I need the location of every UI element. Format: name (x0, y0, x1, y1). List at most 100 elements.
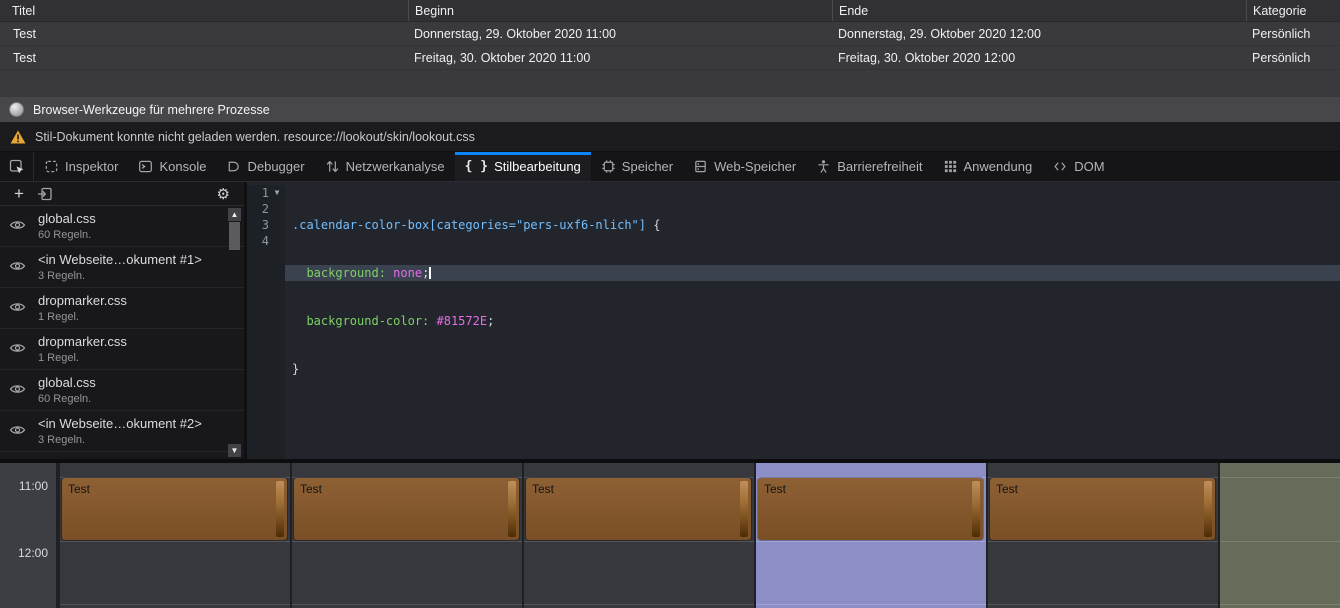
tab-label: Inspektor (65, 159, 118, 174)
tab-label: Netzwerkanalyse (346, 159, 445, 174)
code-line-4: } (285, 361, 1340, 377)
calendar-event[interactable]: Test (990, 478, 1215, 540)
event-title: Test (526, 478, 751, 496)
tab-dom[interactable]: DOM (1042, 152, 1114, 181)
tab-label: Konsole (159, 159, 206, 174)
day-column[interactable]: Test (522, 463, 754, 608)
calendar-event[interactable]: Test (526, 478, 751, 540)
tab-label: Speicher (622, 159, 673, 174)
new-stylesheet-button[interactable]: + (6, 185, 32, 202)
tab-label: Stilbearbeitung (494, 159, 581, 174)
tab-konsole[interactable]: Konsole (128, 152, 216, 181)
calendar-event[interactable]: Test (758, 478, 983, 540)
css-source-editor[interactable]: 1▼ 2 3 4 .calendar-color-box[categories=… (247, 182, 1340, 459)
tab-label: DOM (1074, 159, 1104, 174)
tab-barrierefreiheit[interactable]: Barrierefreiheit (806, 152, 932, 181)
day-column[interactable]: Test (290, 463, 522, 608)
tab-anwendung[interactable]: Anwendung (933, 152, 1043, 181)
toolbox-title-bar: Browser-Werkzeuge für mehrere Prozesse (0, 97, 1340, 122)
eye-visibility-icon[interactable] (9, 300, 26, 319)
time-label-12: 12:00 (18, 546, 48, 560)
pick-element-button[interactable] (0, 152, 34, 181)
console-icon (138, 159, 153, 174)
tab-web-speicher[interactable]: Web-Speicher (683, 152, 806, 181)
code-fold-arrow-icon[interactable]: ▼ (269, 185, 285, 201)
eye-visibility-icon[interactable] (9, 382, 26, 401)
cell-ende: Donnerstag, 29. Oktober 2020 12:00 (832, 27, 1246, 41)
browser-toolbox-window: Titel Beginn Ende Kategorie Test Donners… (0, 0, 1340, 608)
toolbox-title: Browser-Werkzeuge für mehrere Prozesse (33, 103, 270, 117)
calendar-week-view: 11:00 12:00 Test Test Test (0, 462, 1340, 608)
stylesheet-item[interactable]: <in Webseite…okument #1> 3 Regeln. (0, 247, 244, 288)
tab-speicher[interactable]: Speicher (591, 152, 683, 181)
line-number-gutter: 1▼ 2 3 4 (247, 185, 285, 459)
code-text[interactable]: .calendar-color-box[categories="pers-uxf… (285, 185, 1340, 459)
code-line-2-active: background: none; (285, 265, 1340, 281)
scrollbar-up-arrow-icon[interactable]: ▲ (228, 208, 241, 221)
dom-angle-brackets-icon (1052, 159, 1068, 174)
eye-visibility-icon[interactable] (9, 259, 26, 278)
calendar-time-gutter: 11:00 12:00 (0, 463, 58, 608)
column-header-titel[interactable]: Titel (0, 0, 408, 21)
options-gear-icon[interactable]: ⚙ (217, 185, 238, 203)
import-icon (37, 186, 53, 202)
calendar-event[interactable]: Test (62, 478, 287, 540)
network-arrows-icon (325, 159, 340, 174)
pick-element-icon (9, 159, 25, 175)
eye-visibility-icon[interactable] (9, 218, 26, 237)
inspector-icon (44, 159, 59, 174)
tab-stilbearbeitung[interactable]: { } Stilbearbeitung (455, 152, 591, 181)
event-gradient-grip (972, 481, 980, 537)
line-number: 2 (249, 201, 269, 217)
style-editor-braces-icon: { } (465, 159, 488, 174)
sidebar-toolbar: + ⚙ (0, 182, 244, 206)
day-column[interactable]: Test (986, 463, 1218, 608)
event-title: Test (62, 478, 287, 496)
devtools-tab-bar: Inspektor Konsole Debugger Netzwerkanaly… (0, 152, 1340, 182)
cell-kategorie: Persönlich (1246, 51, 1340, 65)
event-gradient-grip (508, 481, 516, 537)
memory-chip-icon (601, 159, 616, 174)
stylesheet-item[interactable]: global.css 60 Regeln. (0, 206, 244, 247)
tab-label: Web-Speicher (714, 159, 796, 174)
column-header-beginn[interactable]: Beginn (408, 0, 832, 21)
cell-ende: Freitag, 30. Oktober 2020 12:00 (832, 51, 1246, 65)
debugger-icon (226, 159, 241, 174)
code-line-3: background-color: #81572E; (285, 313, 1340, 329)
stylesheet-item[interactable]: <in Webseite…okument #2> 3 Regeln. (0, 411, 244, 452)
day-column-selected[interactable]: Test (754, 463, 986, 608)
accessibility-person-icon (816, 159, 831, 174)
tab-inspektor[interactable]: Inspektor (34, 152, 128, 181)
application-grid-icon (943, 159, 958, 174)
column-header-kategorie[interactable]: Kategorie (1246, 0, 1340, 21)
stylesheet-item[interactable]: dropmarker.css (0, 452, 244, 459)
tab-debugger[interactable]: Debugger (216, 152, 314, 181)
cell-titel: Test (0, 51, 408, 65)
event-title: Test (758, 478, 983, 496)
eye-visibility-icon[interactable] (9, 341, 26, 360)
line-number: 4 (249, 233, 269, 249)
table-row[interactable]: Test Donnerstag, 29. Oktober 2020 11:00 … (0, 22, 1340, 46)
tab-netzwerkanalyse[interactable]: Netzwerkanalyse (315, 152, 455, 181)
stylesheet-item[interactable]: global.css 60 Regeln. (0, 370, 244, 411)
calendar-event[interactable]: Test (294, 478, 519, 540)
eye-visibility-icon[interactable] (9, 423, 26, 442)
tab-label: Anwendung (964, 159, 1033, 174)
sidebar-scrollbar[interactable]: ▲ ▼ (228, 208, 241, 457)
table-header-row: Titel Beginn Ende Kategorie (0, 0, 1340, 22)
day-column[interactable]: Test (58, 463, 290, 608)
stylesheet-item[interactable]: dropmarker.css 1 Regel. (0, 329, 244, 370)
scrollbar-thumb[interactable] (229, 222, 240, 250)
table-row[interactable]: Test Freitag, 30. Oktober 2020 11:00 Fre… (0, 46, 1340, 70)
day-column-weekend[interactable] (1218, 463, 1340, 608)
import-stylesheet-button[interactable] (32, 186, 58, 202)
storage-icon (693, 159, 708, 174)
stylesheet-item[interactable]: dropmarker.css 1 Regel. (0, 288, 244, 329)
cell-beginn: Freitag, 30. Oktober 2020 11:00 (408, 51, 832, 65)
stylesheet-list: global.css 60 Regeln. <in Webseite…okume… (0, 206, 244, 459)
column-header-ende[interactable]: Ende (832, 0, 1246, 21)
time-label-11: 11:00 (19, 479, 48, 493)
warning-icon (10, 130, 26, 144)
scrollbar-down-arrow-icon[interactable]: ▼ (228, 444, 241, 457)
cell-beginn: Donnerstag, 29. Oktober 2020 11:00 (408, 27, 832, 41)
